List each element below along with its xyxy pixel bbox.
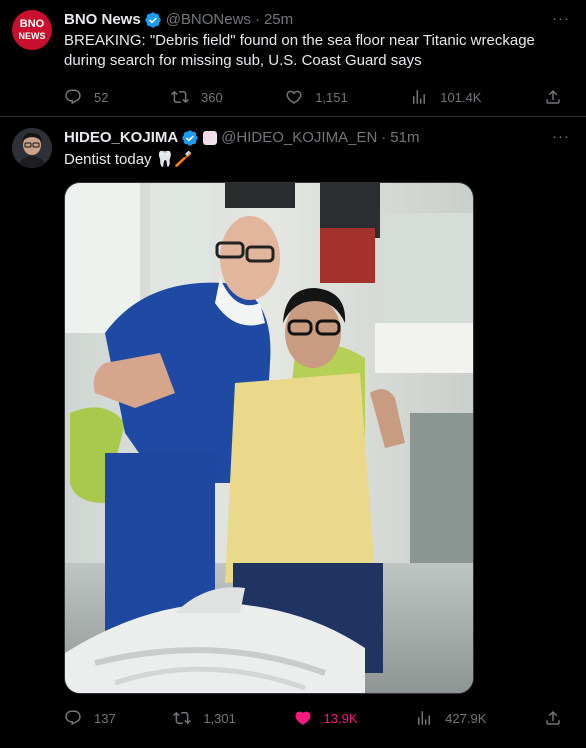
author-name[interactable]: HIDEO_KOJIMA	[64, 128, 178, 148]
retweet-count: 1,301	[203, 710, 236, 726]
views-count: 101.4K	[440, 89, 482, 105]
reply-count: 137	[94, 710, 116, 726]
share-icon	[546, 710, 560, 725]
share-icon	[546, 89, 560, 104]
tweet-text: Dentist today 🦷🪥	[64, 151, 194, 168]
retweet-button[interactable]: 1,301	[173, 709, 236, 727]
reply-icon	[65, 710, 81, 726]
like-count: 13.9K	[323, 710, 358, 726]
like-button[interactable]: 13.9K	[294, 709, 358, 727]
tweet-photo[interactable]	[64, 182, 474, 694]
separator-dot: ·	[254, 11, 260, 28]
kojima-portrait-icon	[12, 128, 52, 168]
tweet-bno[interactable]: BNO NEWS BNO News @BNONews · 25m ··· BRE…	[0, 0, 586, 116]
retweet-icon	[171, 90, 189, 104]
reply-button[interactable]: 137	[64, 709, 116, 727]
like-button[interactable]: 1,151	[285, 88, 348, 106]
avatar-bno[interactable]: BNO NEWS	[12, 10, 52, 50]
tweet-text: BREAKING: "Debris field" found on the se…	[64, 32, 535, 69]
views-icon	[418, 711, 431, 725]
share-button[interactable]	[544, 88, 562, 106]
like-filled-icon	[295, 711, 311, 725]
views-icon	[413, 90, 426, 104]
retweet-button[interactable]: 360	[171, 88, 223, 106]
retweet-icon	[173, 711, 192, 725]
author-handle[interactable]: @HIDEO_KOJIMA_EN	[221, 128, 377, 148]
bno-logo-subtext: NEWS	[18, 31, 46, 41]
like-count: 1,151	[315, 89, 348, 105]
share-button[interactable]	[544, 709, 562, 727]
timestamp[interactable]: 51m	[390, 128, 419, 148]
author-name[interactable]: BNO News	[64, 10, 141, 30]
dentist-photo	[65, 183, 473, 693]
separator-dot: ·	[381, 129, 387, 146]
avatar-kojima[interactable]	[12, 128, 52, 168]
affiliate-badge-icon	[203, 131, 218, 145]
bno-logo-text: BNO	[19, 18, 45, 30]
retweet-count: 360	[200, 89, 223, 105]
views-button[interactable]: 427.9K	[415, 709, 486, 727]
views-button[interactable]: 101.4K	[410, 88, 481, 106]
timestamp[interactable]: 25m	[264, 10, 293, 30]
tweet-kojima[interactable]: HIDEO_KOJIMA @HIDEO_KOJIMA_EN · 51m ··· …	[0, 116, 586, 748]
reply-count: 52	[94, 89, 109, 105]
author-handle[interactable]: @BNONews	[166, 10, 251, 30]
reply-icon	[65, 89, 81, 105]
verified-badge-icon	[145, 12, 161, 28]
verified-badge-icon	[182, 130, 198, 146]
like-icon	[286, 90, 302, 104]
more-icon[interactable]: ···	[552, 128, 570, 145]
views-count: 427.9K	[445, 710, 487, 726]
reply-button[interactable]: 52	[64, 88, 108, 106]
more-icon[interactable]: ···	[552, 10, 570, 27]
